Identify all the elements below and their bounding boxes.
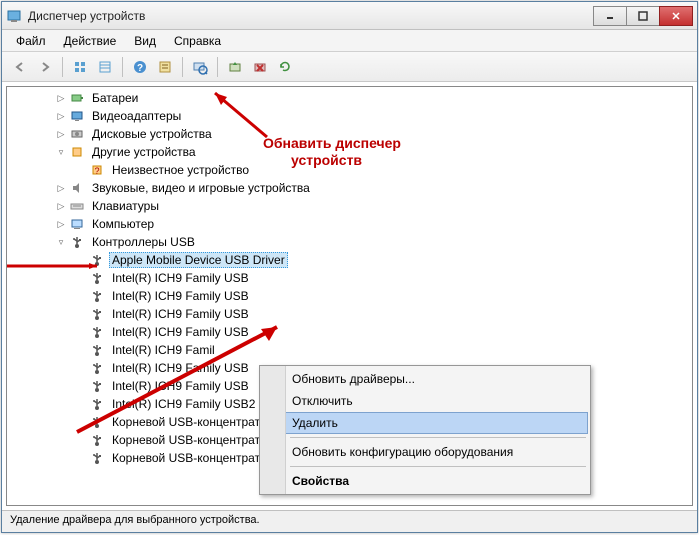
usb-icon xyxy=(89,450,105,466)
context-properties[interactable]: Свойства xyxy=(262,470,588,492)
tree-node-label[interactable]: Клавиатуры xyxy=(89,198,162,214)
tree-node-label[interactable]: Корневой USB-концентратор xyxy=(109,450,276,466)
status-text: Удаление драйвера для выбранного устройс… xyxy=(10,514,260,526)
close-button[interactable] xyxy=(659,6,693,26)
tree-node[interactable]: ▿ Контроллеры USB xyxy=(11,233,692,251)
status-bar: Удаление драйвера для выбранного устройс… xyxy=(2,510,697,532)
update-driver-icon[interactable] xyxy=(223,55,247,79)
toolbar-separator xyxy=(62,57,63,77)
details-icon[interactable] xyxy=(93,55,117,79)
maximize-button[interactable] xyxy=(626,6,660,26)
help-icon[interactable]: ? xyxy=(128,55,152,79)
tree-node-label[interactable]: Intel(R) ICH9 Family USB xyxy=(109,270,252,286)
tree-node[interactable]: Intel(R) ICH9 Family USB xyxy=(11,287,692,305)
toolbar-separator xyxy=(217,57,218,77)
app-icon xyxy=(6,8,22,24)
menu-help[interactable]: Справка xyxy=(166,32,229,50)
menu-view[interactable]: Вид xyxy=(126,32,164,50)
sound-icon xyxy=(69,180,85,196)
disk-icon xyxy=(69,126,85,142)
tree-node-label[interactable]: Apple Mobile Device USB Driver xyxy=(109,252,288,268)
refresh-icon[interactable] xyxy=(273,55,297,79)
tree-node-label[interactable]: Другие устройства xyxy=(89,144,199,160)
forward-button[interactable] xyxy=(33,55,57,79)
context-disable[interactable]: Отключить xyxy=(262,390,588,412)
properties-icon[interactable] xyxy=(153,55,177,79)
grid-icon[interactable] xyxy=(68,55,92,79)
display-icon xyxy=(69,108,85,124)
tree-node-label[interactable]: Компьютер xyxy=(89,216,157,232)
expander-icon[interactable]: ▿ xyxy=(55,146,67,158)
computer-icon xyxy=(69,216,85,232)
keyboard-icon xyxy=(69,198,85,214)
tree-node[interactable]: ▷ Компьютер xyxy=(11,215,692,233)
menubar: Файл Действие Вид Справка xyxy=(2,30,697,52)
usb-icon xyxy=(69,234,85,250)
context-uninstall[interactable]: Удалить xyxy=(262,412,588,434)
tree-node[interactable]: Apple Mobile Device USB Driver xyxy=(11,251,692,269)
tree-node[interactable]: ▷ Батареи xyxy=(11,89,692,107)
tree-node[interactable]: ▷ Клавиатуры xyxy=(11,197,692,215)
expander-icon xyxy=(75,290,87,302)
other-icon xyxy=(69,144,85,160)
menu-file[interactable]: Файл xyxy=(8,32,54,50)
expander-icon xyxy=(75,164,87,176)
tree-node-label[interactable]: Контроллеры USB xyxy=(89,234,198,250)
context-separator xyxy=(290,437,586,438)
menu-action[interactable]: Действие xyxy=(56,32,125,50)
annotation-arrow-top xyxy=(157,87,277,143)
usb-icon xyxy=(89,270,105,286)
window-title: Диспетчер устройств xyxy=(28,9,594,23)
svg-text:?: ? xyxy=(137,63,143,74)
tree-node-label[interactable]: Звуковые, видео и игровые устройства xyxy=(89,180,313,196)
toolbar-separator xyxy=(122,57,123,77)
back-button[interactable] xyxy=(8,55,32,79)
device-tree[interactable]: ▷Батареи▷Видеоадаптеры▷Дисковые устройст… xyxy=(6,86,693,506)
toolbar: ? xyxy=(2,52,697,82)
context-menu: Обновить драйверы... Отключить Удалить О… xyxy=(259,365,591,495)
annotation-text: Обнавить диспечер устройств xyxy=(263,135,401,169)
context-scan-hardware[interactable]: Обновить конфигурацию оборудования xyxy=(262,441,588,463)
tree-node[interactable]: ▷Видеоадаптеры xyxy=(11,107,692,125)
titlebar: Диспетчер устройств xyxy=(2,2,697,30)
uninstall-icon[interactable] xyxy=(248,55,272,79)
tree-node[interactable]: Intel(R) ICH9 Family USB xyxy=(11,269,692,287)
expander-icon xyxy=(75,452,87,464)
annotation-arrow-selected xyxy=(7,263,105,269)
minimize-button[interactable] xyxy=(593,6,627,26)
unknown-icon: ? xyxy=(89,162,105,178)
svg-text:?: ? xyxy=(94,166,99,176)
expander-icon[interactable]: ▿ xyxy=(55,236,67,248)
context-separator xyxy=(290,466,586,467)
context-update-drivers[interactable]: Обновить драйверы... xyxy=(262,368,588,390)
tree-node-label[interactable]: Intel(R) ICH9 Family USB xyxy=(109,288,252,304)
tree-node-label[interactable]: Батареи xyxy=(89,90,141,106)
expander-icon[interactable]: ▷ xyxy=(55,128,67,140)
expander-icon[interactable]: ▷ xyxy=(55,92,67,104)
expander-icon[interactable]: ▷ xyxy=(55,200,67,212)
toolbar-separator xyxy=(182,57,183,77)
tree-node[interactable]: ▷ Звуковые, видео и игровые устройства xyxy=(11,179,692,197)
expander-icon xyxy=(75,272,87,284)
battery-icon xyxy=(69,90,85,106)
expander-icon[interactable]: ▷ xyxy=(55,110,67,122)
scan-hardware-icon[interactable] xyxy=(188,55,212,79)
expander-icon[interactable]: ▷ xyxy=(55,182,67,194)
usb-icon xyxy=(89,288,105,304)
tree-node-label[interactable]: Неизвестное устройство xyxy=(109,162,252,178)
expander-icon[interactable]: ▷ xyxy=(55,218,67,230)
